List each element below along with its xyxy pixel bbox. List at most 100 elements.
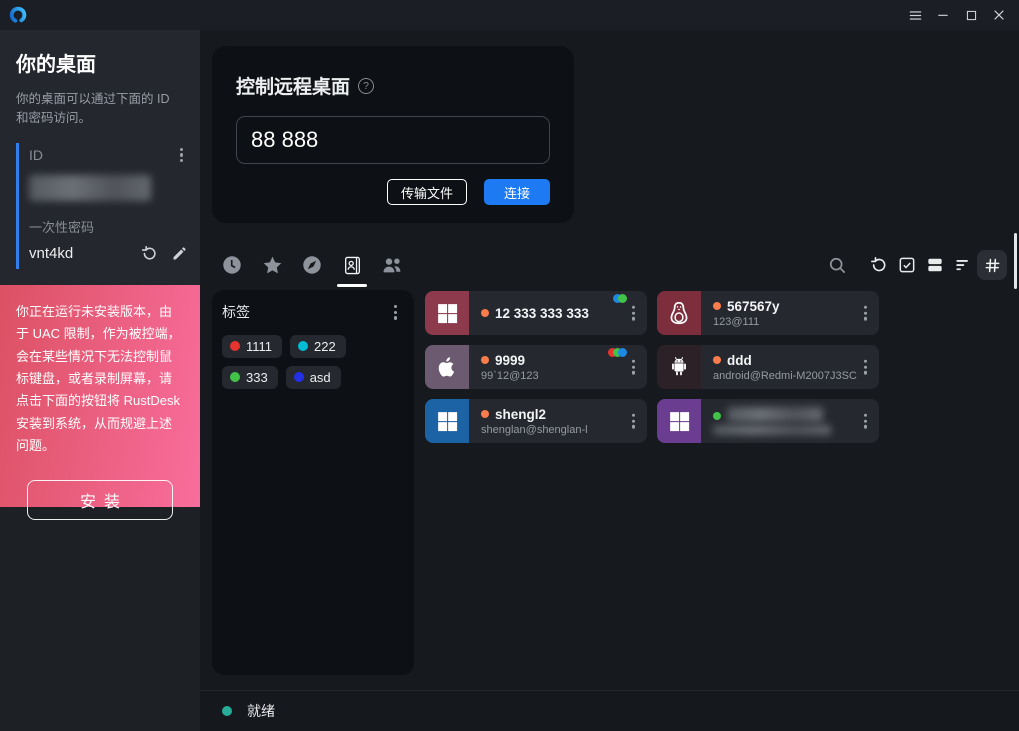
window-controls xyxy=(901,1,1013,29)
peer-menu-button[interactable] xyxy=(629,303,638,324)
tags-title: 标签 xyxy=(222,302,250,322)
tab-favorites[interactable] xyxy=(260,253,284,277)
id-label: ID xyxy=(29,147,43,163)
desktop-id-block: ID 一次性密码 vnt4kd xyxy=(16,143,200,270)
compass-icon xyxy=(301,254,323,276)
apple-icon xyxy=(425,345,469,389)
peer-name: ddd xyxy=(727,353,752,368)
status-dot xyxy=(481,309,489,317)
windows-icon xyxy=(657,399,701,443)
menu-icon[interactable] xyxy=(901,1,929,29)
tag-pill[interactable]: 222 xyxy=(290,335,346,358)
peer-card-grid: 12 333 333 333 567567y 123@111 9999 99`1… xyxy=(425,291,879,443)
clock-icon xyxy=(221,254,243,276)
minimize-button[interactable] xyxy=(929,1,957,29)
tag-color-dot xyxy=(298,341,308,351)
peer-subtitle: android@Redmi-M2007J3SC xyxy=(713,370,879,382)
status-dot xyxy=(481,356,489,364)
peer-menu-button[interactable] xyxy=(861,357,870,378)
peer-card[interactable] xyxy=(657,399,879,443)
address-book-icon xyxy=(342,255,363,276)
desktop-id-censored xyxy=(29,175,151,201)
sidebar-subtitle: 你的桌面可以通过下面的 ID 和密码访问。 xyxy=(16,90,184,129)
close-button[interactable] xyxy=(985,1,1013,29)
tab-recent-sessions[interactable] xyxy=(220,253,244,277)
android-icon xyxy=(657,345,701,389)
peer-card[interactable]: 9999 99`12@123 xyxy=(425,345,647,389)
titlebar xyxy=(0,0,1019,30)
peer-subtitle-censored xyxy=(713,425,831,435)
scrollbar-thumb[interactable] xyxy=(1014,233,1017,289)
linux-tux-icon xyxy=(657,291,701,335)
tab-group[interactable] xyxy=(380,253,404,277)
peer-card[interactable]: shengl2 shenglan@shenglan-l xyxy=(425,399,647,443)
remote-id-input[interactable] xyxy=(236,116,550,164)
tag-label: 1111 xyxy=(246,339,272,354)
status-dot xyxy=(481,410,489,418)
sort-icon[interactable] xyxy=(949,251,977,279)
sidebar: 你的桌面 你的桌面可以通过下面的 ID 和密码访问。 ID 一次性密码 vnt4… xyxy=(0,30,200,731)
install-warning-panel: 你正在运行未安装版本，由于 UAC 限制，作为被控端，会在某些情况下无法控制鼠标… xyxy=(0,285,200,507)
peer-menu-button[interactable] xyxy=(629,357,638,378)
peer-subtitle: shenglan@shenglan-l xyxy=(481,424,647,436)
tags-panel: 标签 1111 222 333 asd xyxy=(212,290,414,675)
peer-name: 12 333 333 333 xyxy=(495,306,589,321)
tag-color-dot xyxy=(294,372,304,382)
peer-menu-button[interactable] xyxy=(861,411,870,432)
peer-menu-button[interactable] xyxy=(629,411,638,432)
grid-view-icon[interactable] xyxy=(977,250,1007,280)
peer-toolbar xyxy=(823,250,1007,280)
maximize-button[interactable] xyxy=(957,1,985,29)
status-bar: 就绪 xyxy=(200,690,1019,731)
tab-address-book[interactable] xyxy=(340,253,364,277)
rustdesk-logo-icon xyxy=(8,5,28,25)
peer-name: 567567y xyxy=(727,299,780,314)
tags-menu-button[interactable] xyxy=(391,302,400,323)
peer-card[interactable]: 12 333 333 333 xyxy=(425,291,647,335)
tag-label: asd xyxy=(310,370,331,385)
refresh-icon[interactable] xyxy=(865,251,893,279)
main-area: 控制远程桌面 ? 传输文件 连接 xyxy=(200,30,1019,731)
peer-tag-dots xyxy=(612,348,627,357)
peer-tab-bar xyxy=(212,242,1007,288)
tag-pill[interactable]: asd xyxy=(286,366,341,389)
sidebar-bottom-filler xyxy=(0,507,200,731)
peer-card[interactable]: ddd android@Redmi-M2007J3SC xyxy=(657,345,879,389)
id-menu-button[interactable] xyxy=(177,145,186,166)
tag-label: 333 xyxy=(246,370,268,385)
install-button[interactable]: 安装 xyxy=(27,480,173,520)
peer-name: 9999 xyxy=(495,353,525,368)
search-icon[interactable] xyxy=(823,251,851,279)
connect-button[interactable]: 连接 xyxy=(484,179,550,205)
peer-name: shengl2 xyxy=(495,407,546,422)
tag-color-dot xyxy=(230,341,240,351)
tag-pill[interactable]: 333 xyxy=(222,366,278,389)
refresh-password-icon[interactable] xyxy=(140,244,159,263)
tag-color-dot xyxy=(230,372,240,382)
star-icon xyxy=(261,254,284,277)
status-text: 就绪 xyxy=(247,701,275,721)
password-label: 一次性密码 xyxy=(29,217,190,236)
peer-tag-dots xyxy=(617,294,627,303)
connect-title: 控制远程桌面 xyxy=(236,72,350,99)
tab-discovered[interactable] xyxy=(300,253,324,277)
tag-label: 222 xyxy=(314,339,336,354)
windows-icon xyxy=(425,399,469,443)
status-dot xyxy=(713,302,721,310)
peer-menu-button[interactable] xyxy=(861,303,870,324)
status-ready-dot xyxy=(222,706,232,716)
peer-name-censored xyxy=(727,407,823,422)
tag-pill[interactable]: 1111 xyxy=(222,335,282,358)
edit-pencil-icon[interactable] xyxy=(171,245,188,262)
group-icon xyxy=(380,253,404,277)
install-warning-text: 你正在运行未安装版本，由于 UAC 限制，作为被控端，会在某些情况下无法控制鼠标… xyxy=(16,301,184,458)
help-icon[interactable]: ? xyxy=(358,78,374,94)
peer-subtitle: 123@111 xyxy=(713,316,879,328)
select-checkbox-icon[interactable] xyxy=(893,251,921,279)
cards-view-icon[interactable] xyxy=(921,251,949,279)
windows-icon xyxy=(425,291,469,335)
connect-panel: 控制远程桌面 ? 传输文件 连接 xyxy=(212,46,574,223)
transfer-file-button[interactable]: 传输文件 xyxy=(387,179,467,205)
peer-card[interactable]: 567567y 123@111 xyxy=(657,291,879,335)
password-value: vnt4kd xyxy=(29,245,73,262)
